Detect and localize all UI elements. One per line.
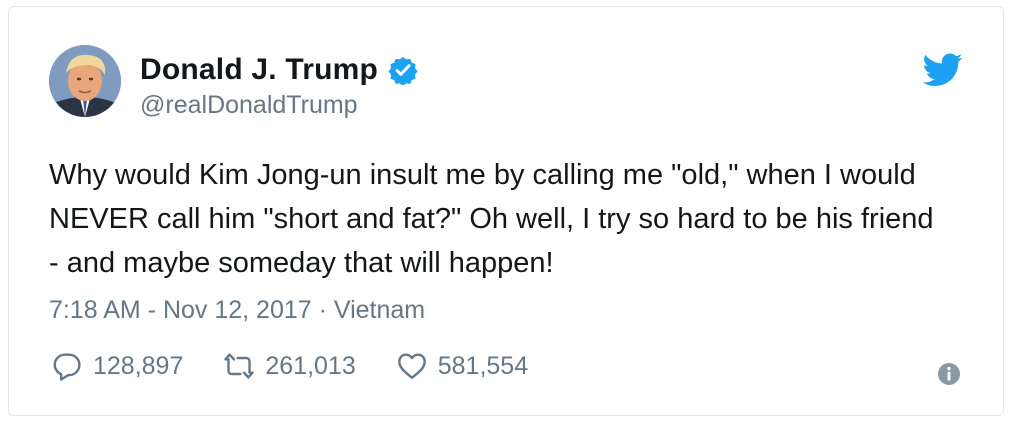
info-icon[interactable] <box>937 362 961 386</box>
reply-button[interactable]: 128,897 <box>51 350 183 382</box>
tweet-timestamp[interactable]: 7:18 AM - Nov 12, 2017 · Vietnam <box>49 296 425 325</box>
reply-count: 128,897 <box>93 351 184 380</box>
tweet-card: Donald J. Trump @realDonaldTrump Why wou… <box>8 6 1004 416</box>
like-count: 581,554 <box>437 351 529 380</box>
tweet-actions: 128,897 261,013 581,554 <box>51 350 568 382</box>
username-handle[interactable]: @realDonaldTrump <box>140 91 358 120</box>
display-name[interactable]: Donald J. Trump <box>140 53 378 87</box>
tweet-text: Why would Kim Jong-un insult me by calli… <box>49 159 934 279</box>
reply-icon <box>53 353 81 381</box>
retweet-button[interactable]: 261,013 <box>223 350 356 382</box>
avatar[interactable] <box>49 45 121 117</box>
retweet-count: 261,013 <box>265 351 356 380</box>
twitter-bird-icon[interactable] <box>923 53 963 87</box>
like-button[interactable]: 581,554 <box>396 350 528 382</box>
avatar-image <box>49 45 121 117</box>
author-name-row: Donald J. Trump <box>140 53 418 87</box>
verified-badge-icon <box>388 56 418 85</box>
retweet-icon <box>224 353 255 379</box>
heart-icon <box>397 353 426 379</box>
